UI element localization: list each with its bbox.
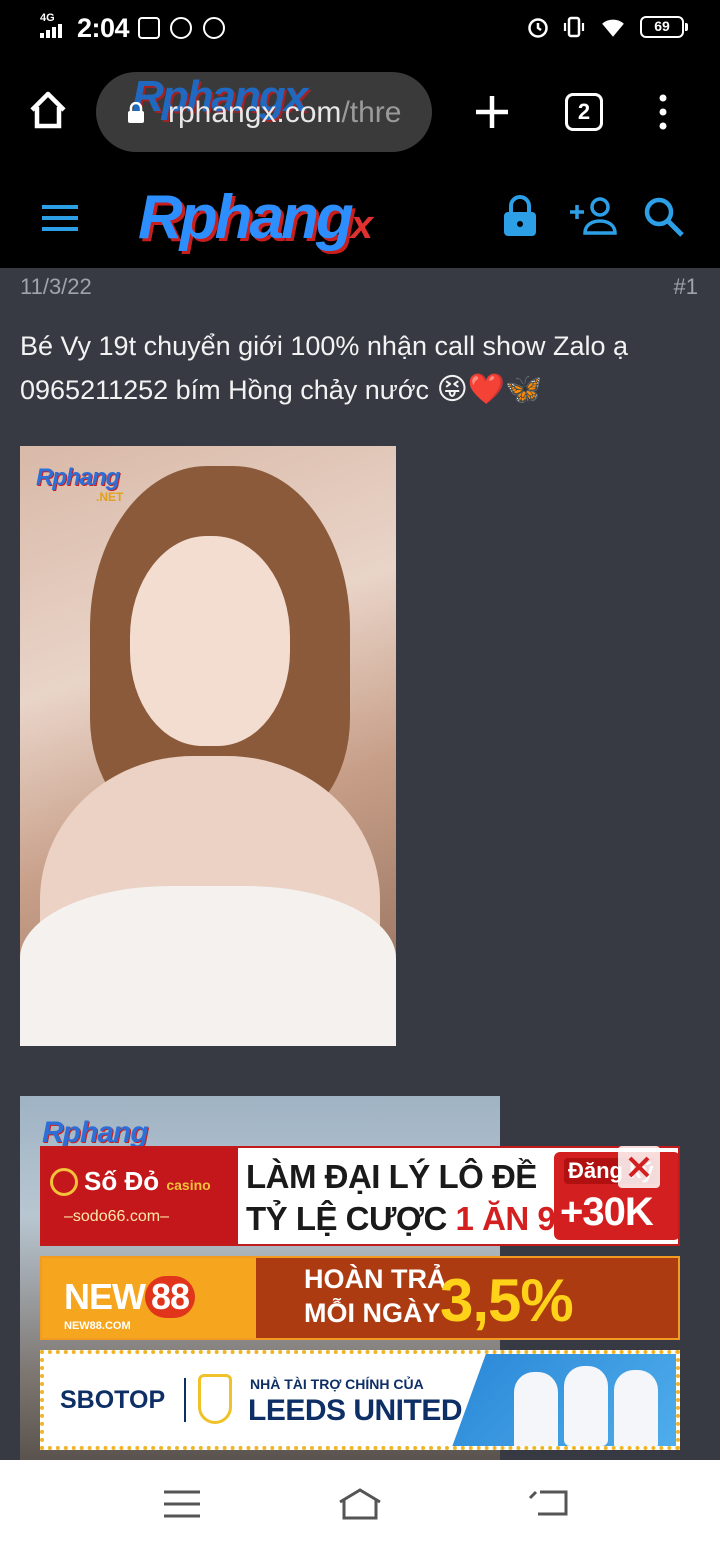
post-date[interactable]: 11/3/22 — [20, 274, 92, 300]
ad-close-icon[interactable] — [618, 1146, 660, 1188]
status-bar: 4G 2:04 69 — [0, 0, 720, 56]
wifi-icon — [602, 19, 624, 37]
player-image — [564, 1366, 608, 1446]
status-time: 2:04 — [77, 13, 130, 43]
system-nav-bar — [0, 1460, 720, 1544]
ad-brand: NEW 88 — [64, 1276, 196, 1318]
vibrate-icon — [563, 16, 585, 38]
search-icon[interactable] — [643, 196, 685, 238]
chrome-app-icon — [170, 17, 192, 39]
ad-banner-new88[interactable]: NEW 88 NEW88.COM HOÀN TRẢ MỖI NGÀY 3,5% — [40, 1256, 680, 1340]
new-tab-icon[interactable] — [474, 94, 510, 130]
home-icon[interactable] — [336, 1484, 384, 1524]
tab-switcher-button[interactable]: 2 — [565, 93, 603, 131]
signal-icon — [40, 24, 62, 38]
register-user-icon[interactable] — [568, 196, 618, 236]
post-number[interactable]: #1 — [674, 274, 698, 300]
recents-icon[interactable] — [158, 1484, 206, 1524]
ad-register-button[interactable]: Đăng ký +30K — [554, 1152, 678, 1240]
ad-percent: 3,5% — [440, 1267, 574, 1334]
player-image — [614, 1370, 658, 1446]
post-body: Bé Vy 19t chuyển giới 100% nhận call sho… — [20, 331, 629, 406]
mail-app-icon — [138, 17, 160, 39]
ad-subline: MỖI NGÀY — [304, 1298, 441, 1328]
address-bar[interactable]: Rphangx rphangx.com/thre — [96, 72, 432, 152]
url-text: rphangx.com/thre — [168, 96, 402, 129]
post-emojis: 😝❤️🦋 — [436, 373, 543, 406]
back-icon[interactable] — [526, 1484, 574, 1524]
sodo-logo-icon — [50, 1168, 78, 1196]
post-content: 11/3/22 #1 Bé Vy 19t chuyển giới 100% nh… — [0, 268, 720, 1460]
image-watermark-sub: .NET — [96, 490, 124, 504]
ad-banner-sbotop[interactable]: SBOTOP NHÀ TÀI TRỢ CHÍNH CỦA LEEDS UNITE… — [40, 1350, 680, 1450]
browser-home-icon[interactable] — [26, 88, 70, 132]
ad-headline: HOÀN TRẢ — [304, 1264, 447, 1294]
ad-sponsor-label: NHÀ TÀI TRỢ CHÍNH CỦA — [250, 1376, 424, 1392]
player-image — [514, 1372, 558, 1446]
image-watermark: Rphang — [42, 1116, 149, 1149]
image-watermark: Rphang — [36, 464, 120, 491]
battery-indicator: 69 — [640, 16, 688, 38]
post-image-1[interactable]: Rphang .NET — [20, 446, 396, 1046]
ad-brand: Số Đỏ casino — [84, 1166, 211, 1196]
login-lock-icon[interactable] — [502, 194, 538, 238]
ad-domain: –sodo66.com– — [64, 1208, 169, 1225]
ad-domain: NEW88.COM — [64, 1320, 131, 1332]
site-header: Rphangx — [0, 168, 720, 268]
network-type: 4G — [40, 12, 55, 24]
hamburger-menu-icon[interactable] — [40, 204, 80, 232]
lock-icon — [128, 102, 144, 123]
leeds-crest-icon — [198, 1374, 232, 1424]
ad-brand: SBOTOP — [60, 1386, 166, 1414]
site-logo[interactable]: Rphangx — [138, 182, 373, 253]
ad-club-name: LEEDS UNITED — [248, 1394, 463, 1427]
ad-banner-sodo[interactable]: Số Đỏ casino –sodo66.com– LÀM ĐẠI LÝ LÔ … — [40, 1146, 680, 1246]
overflow-menu-icon[interactable] — [653, 94, 673, 130]
ad-headline: LÀM ĐẠI LÝ LÔ ĐỀ — [246, 1158, 537, 1195]
alarm-icon — [528, 18, 548, 38]
chrome-app-icon-2 — [203, 17, 225, 39]
ad-subline: TỶ LỆ CƯỢC 1 ĂN 99.5 — [246, 1200, 600, 1237]
browser-toolbar: Rphangx rphangx.com/thre 2 — [0, 56, 720, 168]
